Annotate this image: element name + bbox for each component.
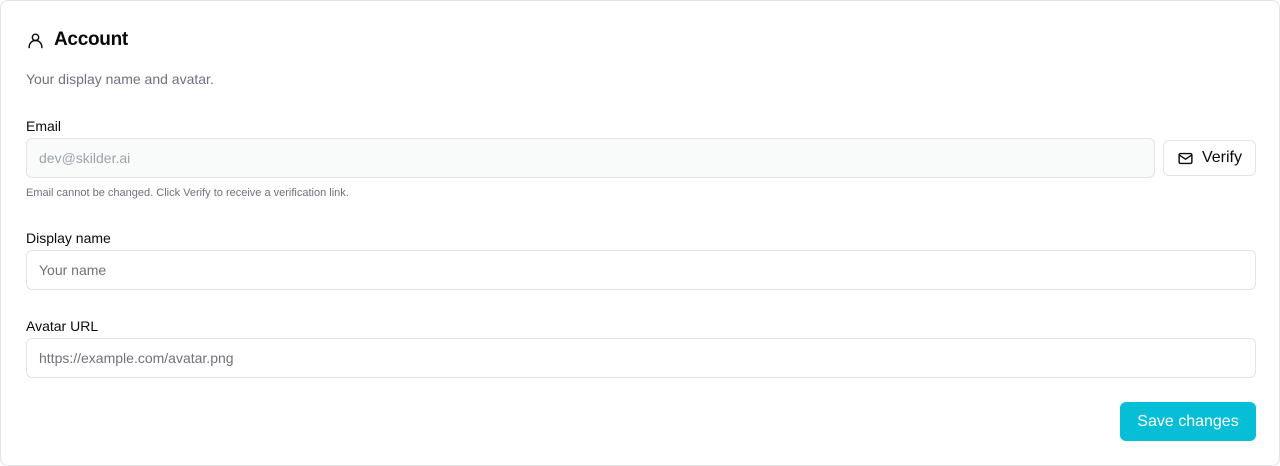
display-name-label: Display name bbox=[26, 230, 111, 246]
avatar-url-input[interactable] bbox=[26, 338, 1256, 378]
user-icon bbox=[26, 31, 45, 50]
verify-button-label: Verify bbox=[1201, 149, 1242, 166]
mail-icon bbox=[1177, 150, 1194, 167]
email-field[interactable] bbox=[26, 138, 1155, 178]
avatar-url-label: Avatar URL bbox=[26, 318, 99, 334]
card-header: Account bbox=[26, 29, 128, 51]
card-subtitle: Your display name and avatar. bbox=[26, 71, 214, 87]
account-card: Account Your display name and avatar. Em… bbox=[0, 0, 1280, 466]
verify-button[interactable]: Verify bbox=[1163, 140, 1256, 176]
card-title: Account bbox=[54, 29, 128, 50]
display-name-input[interactable] bbox=[26, 250, 1256, 290]
email-hint: Email cannot be changed. Click Verify to… bbox=[26, 187, 349, 199]
save-changes-button[interactable]: Save changes bbox=[1120, 402, 1256, 441]
email-label: Email bbox=[26, 118, 62, 134]
